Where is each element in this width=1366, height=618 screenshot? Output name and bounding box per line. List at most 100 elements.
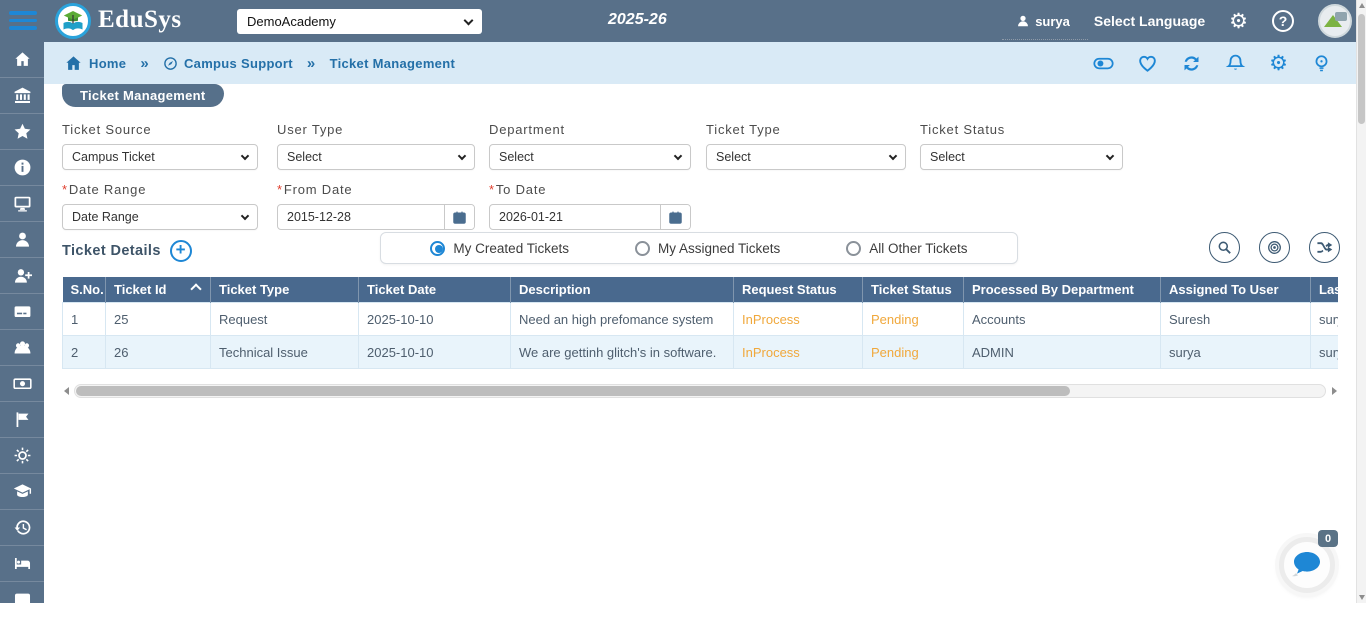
radio-all-other-tickets[interactable]: All Other Tickets [846,241,967,256]
from-date-input[interactable]: 2015-12-28 [277,204,475,230]
shuffle-icon [1316,239,1333,256]
hamburger-menu-icon[interactable] [9,11,37,31]
scroll-right-arrow[interactable] [1328,384,1340,398]
academy-select[interactable]: DemoAcademy [237,9,482,34]
heart-icon[interactable] [1137,53,1158,74]
info-icon [13,158,32,177]
scroll-down-arrow[interactable] [1359,595,1365,600]
sidebar-item-sun[interactable] [0,438,44,474]
from-date-field: *From Date 2015-12-28 [277,182,475,230]
column-header-request-status[interactable]: Request Status [734,277,863,303]
sidebar-item-flag[interactable] [0,402,44,438]
avatar[interactable] [1318,4,1352,38]
search-button[interactable] [1209,232,1240,263]
academic-year: 2025-26 [608,11,667,29]
cell-last: surya [1311,336,1339,369]
table-row[interactable]: 226Technical Issue2025-10-10We are getti… [63,336,1339,369]
cell-description: We are gettinh glitch's in software. [511,336,734,369]
column-header-assigned-to-user[interactable]: Assigned To User [1161,277,1311,303]
shuffle-button[interactable] [1309,232,1340,263]
scroll-up-arrow[interactable] [1359,3,1365,8]
breadcrumb-item-campus-support[interactable]: Campus Support [163,56,293,71]
user-menu[interactable]: surya [1016,14,1070,29]
radio-my-assigned-tickets[interactable]: My Assigned Tickets [635,241,780,256]
toggle-icon[interactable] [1093,53,1114,74]
sidebar-item-person-add[interactable] [0,258,44,294]
column-header-ticket-date[interactable]: Ticket Date [359,277,511,303]
sidebar-item-star[interactable] [0,114,44,150]
column-header-processed-by-department[interactable]: Processed By Department [964,277,1161,303]
chat-widget-button[interactable]: 0 [1279,537,1335,593]
column-header-description[interactable]: Description [511,277,734,303]
sidebar-item-id-card[interactable] [0,294,44,330]
sidebar-item-person[interactable] [0,222,44,258]
settings-gear-icon[interactable]: ⚙ [1229,9,1248,33]
breadcrumb-separator: » [307,55,316,72]
column-header-ticket-status[interactable]: Ticket Status [863,277,964,303]
horizontal-scroll-track[interactable] [74,384,1326,398]
chevron-down-icon [241,211,249,219]
target-button[interactable] [1259,232,1290,263]
bed-icon [13,554,32,573]
sidebar-item-home[interactable] [0,42,44,78]
sidebar-item-money[interactable] [0,366,44,402]
table-action-buttons [1209,232,1340,263]
filter-label: User Type [277,122,475,137]
gear-icon[interactable]: ⚙ [1269,52,1288,74]
ticket-source-select[interactable]: Campus Ticket [62,144,258,170]
home-icon [13,50,32,69]
sidebar-item-history[interactable] [0,510,44,546]
bell-icon[interactable] [1225,53,1246,74]
sidebar-item-bank[interactable] [0,78,44,114]
add-ticket-button[interactable]: + [170,240,192,262]
page-tab[interactable]: Ticket Management [62,84,224,107]
sidebar-item-users[interactable] [0,330,44,366]
select-language-button[interactable]: Select Language [1094,13,1205,29]
sidebar-item-graduation-cap[interactable] [0,474,44,510]
calendar-icon[interactable] [660,205,690,229]
search-icon [1216,239,1233,256]
cell-request_status: InProcess [734,303,863,336]
department-select[interactable]: Select [489,144,691,170]
breadcrumb-label: Campus Support [184,56,293,71]
user-type-select[interactable]: Select [277,144,475,170]
scroll-left-arrow[interactable] [60,384,72,398]
breadcrumb-item-home[interactable]: Home [64,54,126,73]
chevron-down-icon [1106,151,1114,159]
vertical-scroll-thumb[interactable] [1358,14,1365,124]
horizontal-scroll-thumb[interactable] [76,386,1070,396]
cell-ticket_type: Request [211,303,359,336]
column-header-ticket-type[interactable]: Ticket Type [211,277,359,303]
bulb-icon[interactable] [1311,53,1332,74]
breadcrumb-item-ticket-management[interactable]: Ticket Management [330,56,456,71]
bus-icon [13,590,32,609]
cell-ticket_status: Pending [863,336,964,369]
radio-my-created-tickets[interactable]: My Created Tickets [430,241,569,256]
sidebar-item-monitor[interactable] [0,186,44,222]
sidebar-item-bed[interactable] [0,546,44,582]
calendar-icon[interactable] [444,205,474,229]
vertical-scrollbar[interactable] [1356,0,1366,603]
ticket-type-select[interactable]: Select [706,144,906,170]
ticket-status-select[interactable]: Select [920,144,1123,170]
main-content: Ticket Management Ticket Source Campus T… [44,84,1356,603]
user-icon [1016,14,1030,28]
column-header-ticket-id[interactable]: Ticket Id [106,277,211,303]
column-header-last[interactable]: Last [1311,277,1339,303]
sidebar-item-info[interactable] [0,150,44,186]
column-header-s-no-[interactable]: S.No. [63,277,106,303]
to-date-input[interactable]: 2026-01-21 [489,204,691,230]
breadcrumb-bar: Home»Campus Support»Ticket Management ⚙ [44,42,1356,84]
date-range-select[interactable]: Date Range [62,204,258,230]
help-icon[interactable]: ? [1272,10,1294,32]
sidebar-item-bus[interactable] [0,582,44,618]
filter-label: Ticket Source [62,122,258,137]
refresh-icon[interactable] [1181,53,1202,74]
money-icon [13,374,32,393]
to-date-field: *To Date 2026-01-21 [489,182,691,230]
flag-icon [13,410,32,429]
cell-ticket_id: 25 [106,303,211,336]
breadcrumb-label: Ticket Management [330,56,456,71]
horizontal-scrollbar[interactable] [60,383,1340,399]
table-row[interactable]: 125Request2025-10-10Need an high prefoma… [63,303,1339,336]
